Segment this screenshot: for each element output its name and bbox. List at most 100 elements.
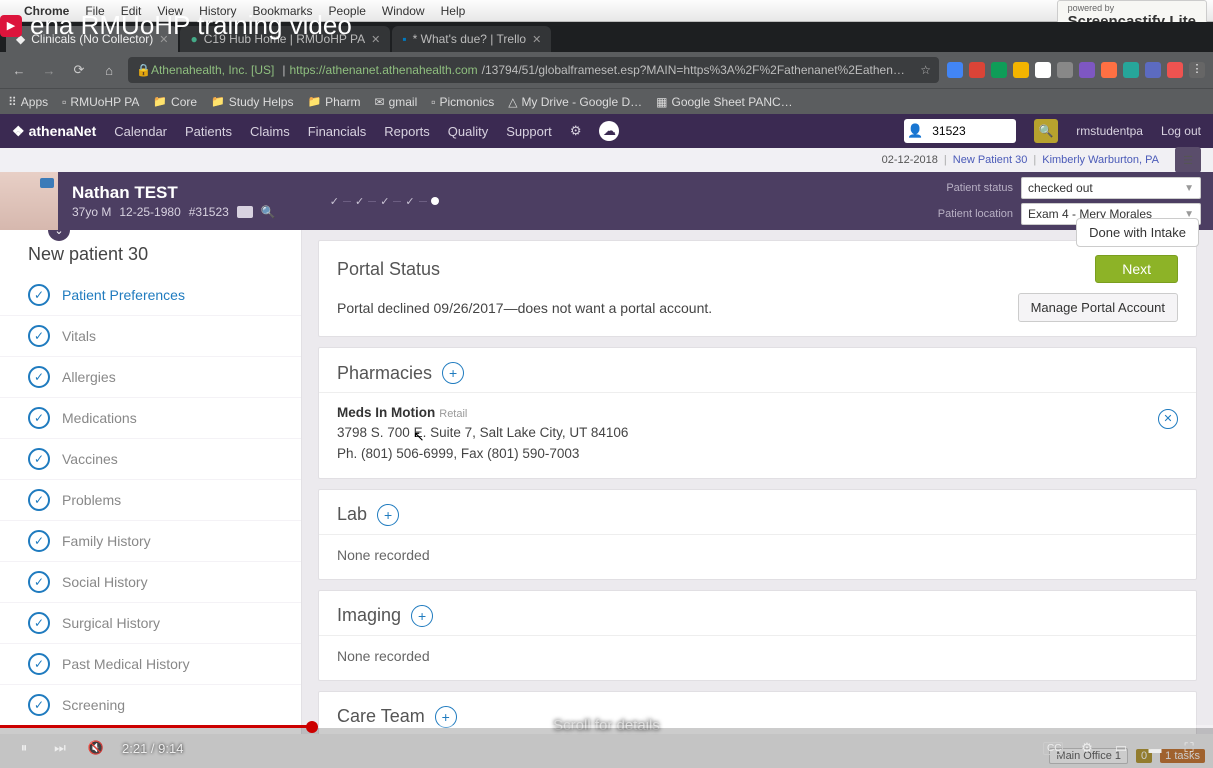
forward-button[interactable]: → [38,63,60,78]
sidebar-list: Patient Preferences Vitals Allergies Med… [0,275,301,734]
menu-history[interactable]: History [199,4,236,18]
menu-window[interactable]: Window [382,4,425,18]
extension-icon[interactable] [1035,62,1051,78]
sidebar-item-surgical-history[interactable]: Surgical History [0,603,301,644]
bookmark-item[interactable]: ✉gmail [375,95,418,109]
pause-button[interactable]: ⏸ [14,740,34,756]
theater-icon[interactable]: ▬ [1145,741,1165,756]
bookmark-item[interactable]: ▦Google Sheet PANC… [656,95,793,109]
close-icon[interactable]: ✕ [159,33,168,46]
manage-portal-button[interactable]: Manage Portal Account [1018,293,1178,322]
menu-file[interactable]: File [85,4,104,18]
patient-search[interactable]: 👤 [904,119,1016,143]
menu-people[interactable]: People [329,4,366,18]
star-icon[interactable]: ☆ [920,63,931,77]
menubar-app[interactable]: Chrome [24,4,69,18]
browser-tab[interactable]: ● C19 Hub Home | RMUoHP PA ✕ [180,26,390,52]
logout-link[interactable]: Log out [1161,124,1201,138]
bookmark-apps[interactable]: ⠿Apps [8,95,48,109]
patient-search-input[interactable] [926,124,1016,138]
sidebar-item-family-history[interactable]: Family History [0,521,301,562]
extension-icon[interactable] [991,62,1007,78]
nav-patients[interactable]: Patients [185,124,232,139]
gear-icon[interactable]: ⚙ [570,123,582,139]
nav-claims[interactable]: Claims [250,124,290,139]
current-user[interactable]: rmstudentpa [1076,124,1143,138]
extension-icon[interactable] [1123,62,1139,78]
menu-bookmarks[interactable]: Bookmarks [253,4,313,18]
hamburger-icon[interactable]: ☰ [1175,147,1201,173]
add-imaging-button[interactable]: + [411,605,433,627]
address-bar[interactable]: 🔒 Athenahealth, Inc. [US] | https://athe… [128,57,939,83]
fullscreen-icon[interactable]: ⛶ [1179,740,1199,756]
search-icon[interactable]: 🔍 [261,205,276,219]
mute-button[interactable]: 🔇 [86,740,106,756]
bookmark-folder[interactable]: Core [153,95,197,109]
context-provider-link[interactable]: Kimberly Warburton, PA [1042,154,1159,166]
extension-icons: ⋮ [947,62,1205,78]
athena-logo[interactable]: athenaNet [12,123,96,140]
home-button[interactable]: ⌂ [98,63,120,78]
nav-calendar[interactable]: Calendar [114,124,167,139]
nav-support[interactable]: Support [506,124,552,139]
sidebar-item-past-medical-history[interactable]: Past Medical History [0,644,301,685]
sidebar-item-social-history[interactable]: Social History [0,562,301,603]
sidebar-item-allergies[interactable]: Allergies [0,357,301,398]
extension-icon[interactable] [1079,62,1095,78]
extension-icon[interactable] [1057,62,1073,78]
youtube-progress-bar[interactable] [0,725,1213,728]
sidebar-item-problems[interactable]: Problems [0,480,301,521]
nav-quality[interactable]: Quality [448,124,488,139]
sidebar-item-vitals[interactable]: Vitals [0,316,301,357]
bookmark-item[interactable]: △My Drive - Google D… [508,95,642,109]
sidebar-item-vaccines[interactable]: Vaccines [0,439,301,480]
tab-label: C19 Hub Home | RMUoHP PA [204,32,365,46]
menu-view[interactable]: View [157,4,183,18]
insurance-card-icon[interactable] [237,206,253,218]
sidebar-item-medications[interactable]: Medications [0,398,301,439]
back-button[interactable]: ← [8,63,30,78]
sidebar-item-screening[interactable]: Screening [0,685,301,726]
patient-photo[interactable] [0,172,58,230]
extension-icon[interactable] [1013,62,1029,78]
encounter-progress: ✓ ✓ ✓ ✓ [330,195,439,208]
cc-button[interactable]: CC [1043,742,1063,755]
notification-icon[interactable]: ☁ [599,121,619,141]
done-with-intake-button[interactable]: Done with Intake [1076,218,1199,247]
next-button[interactable]: Next [1095,255,1178,283]
bookmark-item[interactable]: ▫RMUoHP PA [62,95,139,109]
sidebar-item-patient-preferences[interactable]: Patient Preferences [0,275,301,316]
menu-edit[interactable]: Edit [121,4,142,18]
youtube-time: 2:21 / 9:14 [122,741,183,756]
patient-status-select[interactable]: checked out ▼ [1021,177,1201,199]
bookmark-item[interactable]: ▫Picmonics [431,95,494,109]
add-lab-button[interactable]: + [377,504,399,526]
miniplayer-icon[interactable]: ▭ [1111,740,1131,756]
lab-none: None recorded [337,545,1178,565]
add-pharmacy-button[interactable]: + [442,362,464,384]
chrome-menu-icon[interactable]: ⋮ [1189,62,1205,78]
search-button[interactable]: 🔍 [1034,119,1058,143]
remove-pharmacy-button[interactable]: ✕ [1158,409,1178,429]
close-icon[interactable]: ✕ [532,33,541,46]
context-encounter-link[interactable]: New Patient 30 [953,154,1028,166]
nav-reports[interactable]: Reports [384,124,430,139]
extension-icon[interactable] [1101,62,1117,78]
browser-tab-active[interactable]: ◆ Clinicals (No Collector) ✕ [6,26,178,52]
close-icon[interactable]: ✕ [371,33,380,46]
nav-financials[interactable]: Financials [308,124,367,139]
extension-icon[interactable] [1167,62,1183,78]
browser-tab[interactable]: ▪ * What's due? | Trello ✕ [392,26,551,52]
next-video-button[interactable]: ⏭ [50,740,70,756]
settings-icon[interactable]: ⚙ [1077,740,1097,756]
bookmark-folder[interactable]: Study Helps [211,95,293,109]
menu-help[interactable]: Help [441,4,466,18]
reload-button[interactable]: ⟳ [68,62,90,78]
patient-name[interactable]: Nathan TEST [72,183,276,203]
lab-card: Lab + None recorded [318,489,1197,580]
pharmacy-entry: Meds In MotionRetail 3798 S. 700 E. Suit… [337,403,1178,464]
extension-icon[interactable] [947,62,963,78]
extension-icon[interactable] [969,62,985,78]
bookmark-folder[interactable]: Pharm [307,95,360,109]
extension-icon[interactable] [1145,62,1161,78]
